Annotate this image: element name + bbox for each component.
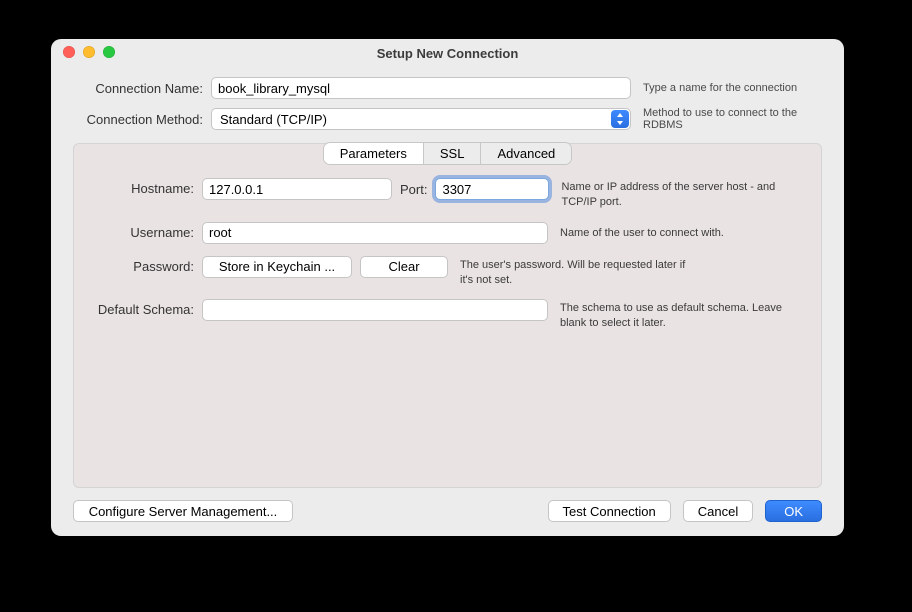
hostname-label: Hostname: <box>88 178 194 196</box>
username-desc: Name of the user to connect with. <box>560 222 800 241</box>
store-keychain-button[interactable]: Store in Keychain ... <box>202 256 352 278</box>
connection-name-input[interactable] <box>211 77 631 99</box>
connection-name-label: Connection Name: <box>73 81 203 96</box>
traffic-lights <box>63 46 115 58</box>
connection-method-select[interactable]: Standard (TCP/IP) <box>211 108 631 130</box>
tab-advanced[interactable]: Advanced <box>481 143 571 164</box>
clear-password-button[interactable]: Clear <box>360 256 448 278</box>
connection-method-desc: Method to use to connect to the RDBMS <box>643 107 822 131</box>
hostname-desc: Name or IP address of the server host - … <box>561 178 801 210</box>
port-input[interactable] <box>435 178 549 200</box>
ok-button[interactable]: OK <box>765 500 822 522</box>
port-label: Port: <box>400 182 427 197</box>
window-title: Setup New Connection <box>377 46 519 61</box>
cancel-button[interactable]: Cancel <box>683 500 753 522</box>
dialog-window: Setup New Connection Connection Name: Ty… <box>51 39 844 536</box>
close-icon[interactable] <box>63 46 75 58</box>
titlebar: Setup New Connection <box>51 39 844 67</box>
password-label: Password: <box>88 256 194 274</box>
tab-ssl[interactable]: SSL <box>424 143 482 164</box>
hostname-input[interactable] <box>202 178 392 200</box>
connection-method-value: Standard (TCP/IP) <box>220 112 327 127</box>
tab-parameters[interactable]: Parameters <box>324 143 424 164</box>
connection-name-desc: Type a name for the connection <box>643 82 822 94</box>
default-schema-input[interactable] <box>202 299 548 321</box>
zoom-icon[interactable] <box>103 46 115 58</box>
test-connection-button[interactable]: Test Connection <box>548 500 671 522</box>
default-schema-desc: The schema to use as default schema. Lea… <box>560 299 800 331</box>
connection-method-label: Connection Method: <box>73 112 203 127</box>
password-desc: The user's password. Will be requested l… <box>460 256 700 288</box>
tab-bar: Parameters SSL Advanced <box>324 143 572 164</box>
username-label: Username: <box>88 222 194 240</box>
configure-server-button[interactable]: Configure Server Management... <box>73 500 293 522</box>
username-input[interactable] <box>202 222 548 244</box>
default-schema-label: Default Schema: <box>88 299 194 317</box>
chevron-up-down-icon <box>611 110 629 128</box>
settings-panel: Parameters SSL Advanced Hostname: Port: <box>73 143 822 488</box>
minimize-icon[interactable] <box>83 46 95 58</box>
